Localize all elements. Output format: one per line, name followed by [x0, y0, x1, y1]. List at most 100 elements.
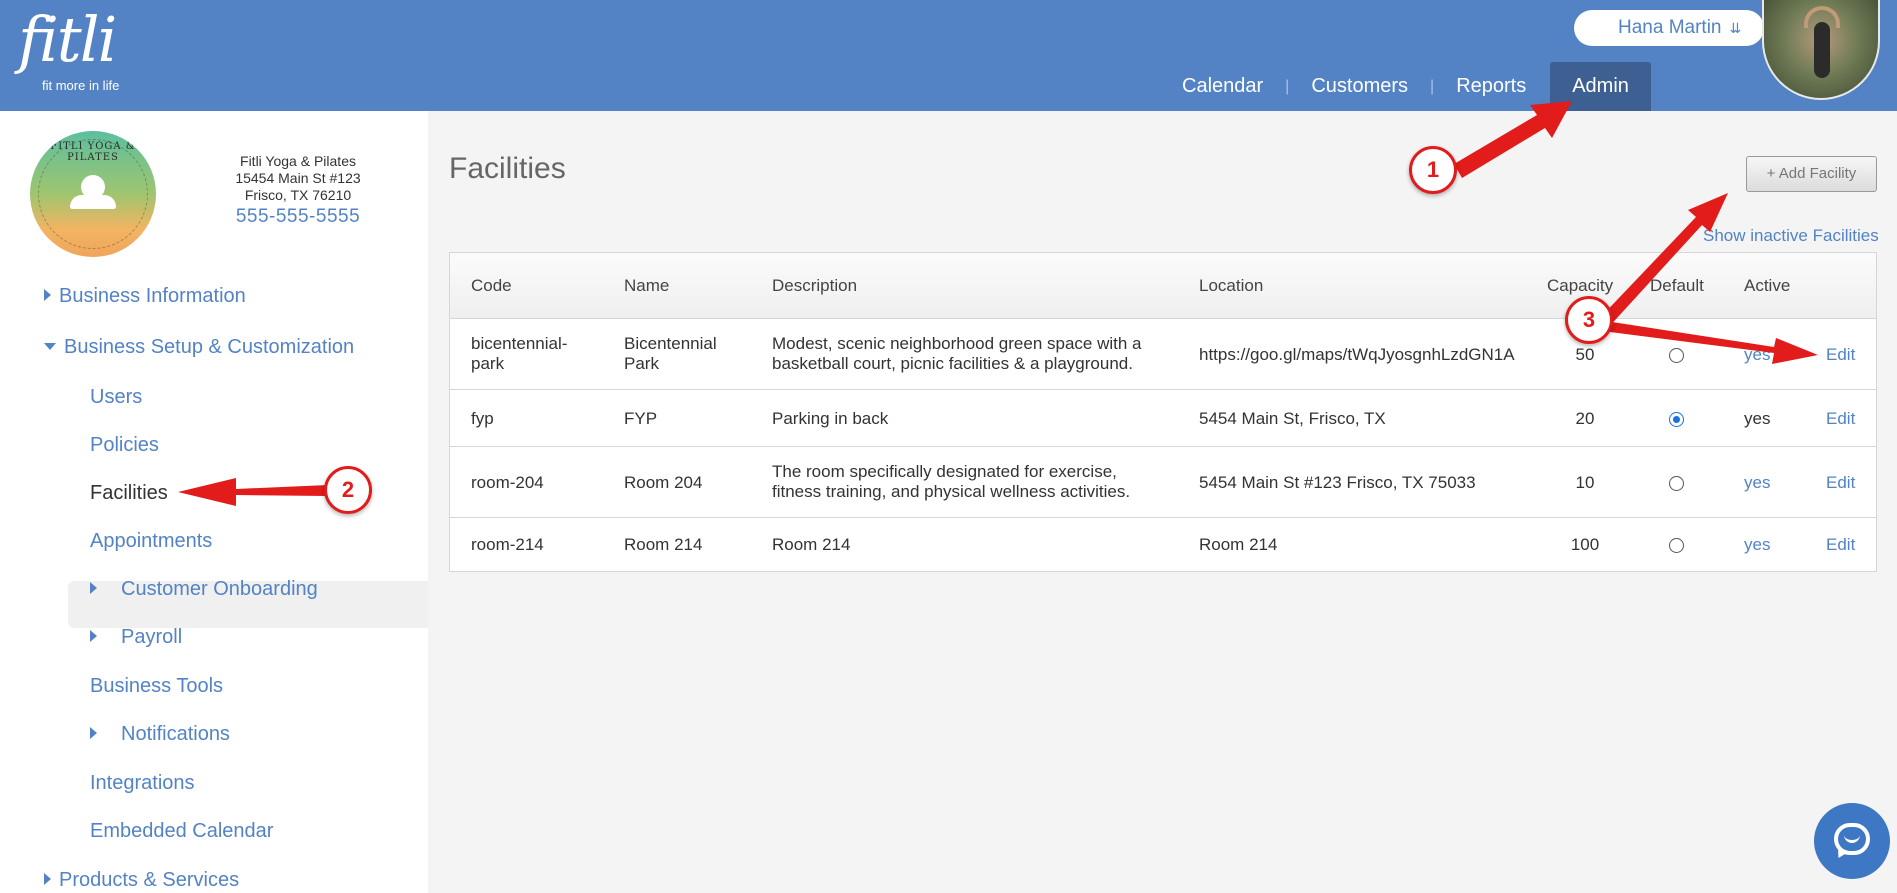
user-name: Hana Martin — [1618, 17, 1722, 38]
nav-customers[interactable]: Customers — [1299, 62, 1420, 111]
meditation-icon-base — [70, 195, 116, 209]
sidebar-item-business-information[interactable]: Business Information — [44, 285, 246, 308]
cell-description: Room 214 — [772, 535, 851, 554]
default-radio[interactable] — [1669, 538, 1684, 553]
sidebar-item-facilities[interactable]: Facilities — [90, 482, 168, 505]
arrow-to-admin — [1454, 101, 1572, 178]
show-inactive-link[interactable]: Show inactive Facilities — [1703, 226, 1879, 246]
edit-link[interactable]: Edit — [1826, 345, 1855, 365]
cell-location: Room 214 — [1199, 535, 1278, 554]
cell-code: room-204 — [471, 473, 544, 492]
sidebar-item-notifications[interactable]: Notifications — [90, 723, 230, 746]
business-logo: FITLI YOGA & PILATES — [30, 131, 156, 257]
caret-down-icon — [44, 343, 56, 350]
avatar[interactable] — [1762, 0, 1880, 100]
chat-launcher-button[interactable] — [1814, 803, 1890, 879]
user-menu[interactable]: Hana Martin ⇊ — [1574, 10, 1764, 46]
cell-capacity: 50 — [1575, 345, 1595, 364]
column-header-location: Location — [1199, 276, 1264, 295]
cell-location: https://goo.gl/maps/tWqJyosgnhLzdGN1A — [1199, 345, 1515, 364]
cell-description: Parking in back — [772, 409, 889, 428]
table-row: room-214 Room 214 Room 214 Room 214 100 … — [450, 519, 1876, 571]
edit-link[interactable]: Edit — [1826, 409, 1855, 429]
annotation-badge-1: 1 — [1409, 146, 1457, 194]
avatar-figure — [1814, 22, 1830, 78]
default-radio[interactable] — [1669, 412, 1684, 427]
column-header-name: Name — [624, 276, 670, 295]
logo-word: fitli — [18, 3, 117, 76]
nav-separator: | — [1285, 77, 1290, 95]
cell-code: bicentennial-park — [471, 334, 568, 373]
cell-name: Room 204 — [624, 473, 703, 492]
sidebar-item-label: Notifications — [121, 723, 230, 745]
edit-link[interactable]: Edit — [1826, 535, 1855, 555]
business-info: Fitli Yoga & Pilates 15454 Main St #123 … — [196, 153, 400, 226]
cell-description: Modest, scenic neighborhood green space … — [772, 334, 1142, 373]
annotation-badge-2: 2 — [324, 466, 372, 514]
business-phone[interactable]: 555-555-5555 — [196, 207, 400, 226]
cell-location: 5454 Main St, Frisco, TX — [1199, 409, 1386, 428]
sidebar-item-embedded-calendar[interactable]: Embedded Calendar — [90, 820, 273, 843]
caret-right-icon — [44, 873, 51, 885]
nav-reports[interactable]: Reports — [1444, 62, 1538, 111]
cell-code: room-214 — [471, 535, 544, 554]
cell-capacity: 20 — [1575, 409, 1595, 428]
annotation-badge-3: 3 — [1565, 296, 1613, 344]
business-logo-text: FITLI YOGA & PILATES — [50, 141, 136, 163]
sidebar-item-business-tools[interactable]: Business Tools — [90, 675, 223, 698]
table-row: room-204 Room 204 The room specifically … — [450, 448, 1876, 518]
caret-right-icon — [90, 727, 97, 739]
business-name: Fitli Yoga & Pilates — [240, 153, 356, 169]
sidebar-item-payroll[interactable]: Payroll — [90, 626, 182, 649]
cell-name: Bicentennial Park — [624, 334, 717, 373]
sidebar-item-label: Payroll — [121, 626, 183, 648]
cell-name: FYP — [624, 409, 658, 428]
page-title: Facilities — [449, 152, 566, 185]
sidebar-item-customer-onboarding[interactable]: Customer Onboarding — [90, 578, 318, 601]
caret-right-icon — [44, 289, 51, 301]
table-row: bicentennial-park Bicentennial Park Mode… — [450, 320, 1876, 390]
cell-location: 5454 Main St #123 Frisco, TX 75033 — [1199, 473, 1476, 492]
cell-name: Room 214 — [624, 535, 703, 554]
sidebar-item-business-setup[interactable]: Business Setup & Customization — [44, 336, 354, 359]
cell-active[interactable]: yes — [1744, 473, 1770, 493]
edit-link[interactable]: Edit — [1826, 473, 1855, 493]
nav-admin[interactable]: Admin — [1550, 62, 1651, 111]
nav-calendar[interactable]: Calendar — [1170, 62, 1275, 111]
sidebar-item-appointments[interactable]: Appointments — [90, 530, 212, 553]
column-header-active: Active — [1744, 276, 1791, 295]
cell-code: fyp — [471, 409, 494, 428]
sidebar-item-integrations[interactable]: Integrations — [90, 772, 195, 795]
default-radio[interactable] — [1669, 476, 1684, 491]
default-radio[interactable] — [1669, 348, 1684, 363]
column-header-description: Description — [772, 276, 858, 295]
column-header-code: Code — [471, 276, 512, 295]
sidebar-item-label: Business Setup & Customization — [64, 336, 355, 358]
facilities-table: Code Name Description Location Capacity … — [449, 252, 1877, 572]
main-nav: Calendar | Customers | Reports Admin — [1170, 62, 1651, 111]
caret-right-icon — [90, 630, 97, 642]
sidebar-item-label: Products & Services — [59, 869, 240, 891]
sidebar-item-label: Customer Onboarding — [121, 578, 318, 600]
cell-active[interactable]: yes — [1744, 345, 1770, 365]
column-header-default: Default — [1650, 276, 1704, 295]
logo-tagline: fit more in life — [42, 78, 120, 93]
cell-capacity: 100 — [1570, 535, 1600, 554]
fitli-logo[interactable]: fitli fit more in life — [18, 3, 119, 94]
business-address-1: 15454 Main St #123 — [235, 170, 361, 186]
business-address-2: Frisco, TX 76210 — [244, 187, 352, 203]
cell-capacity: 10 — [1575, 473, 1595, 492]
nav-separator: | — [1430, 77, 1435, 95]
sidebar-item-label: Business Information — [59, 285, 246, 307]
cell-active: yes — [1744, 409, 1771, 428]
add-facility-button[interactable]: + Add Facility — [1746, 156, 1877, 192]
app-header: fitli fit more in life Calendar | Custom… — [0, 0, 1897, 111]
table-row: fyp FYP Parking in back 5454 Main St, Fr… — [450, 391, 1876, 447]
sidebar-item-users[interactable]: Users — [90, 386, 142, 409]
sidebar-item-products-services[interactable]: Products & Services — [44, 869, 239, 892]
cell-active[interactable]: yes — [1744, 535, 1770, 555]
table-header: Code Name Description Location Capacity … — [450, 253, 1876, 319]
sidebar-item-policies[interactable]: Policies — [90, 434, 159, 457]
cell-description: The room specifically designated for exe… — [772, 462, 1131, 501]
caret-right-icon — [90, 582, 97, 594]
